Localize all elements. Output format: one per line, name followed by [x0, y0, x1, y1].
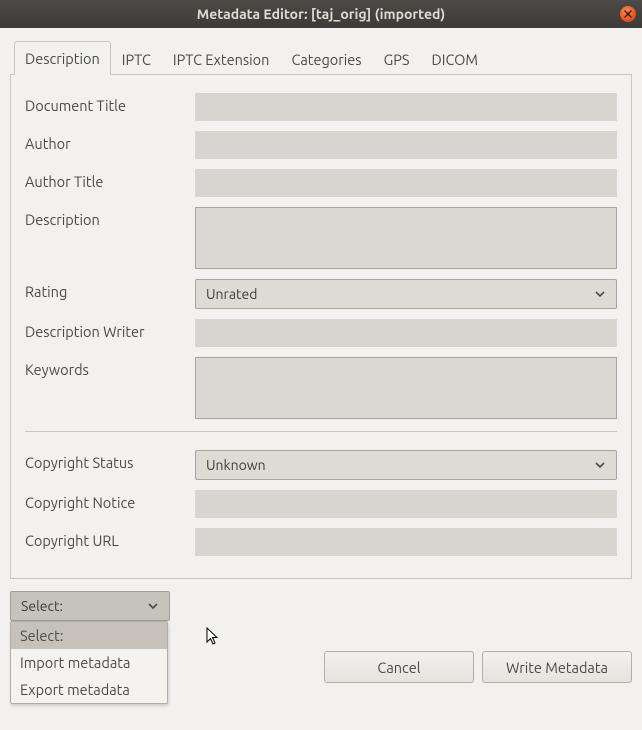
input-description-writer[interactable]	[195, 319, 617, 347]
row-author-title: Author Title	[25, 169, 617, 197]
dropdown-menu: Select: Import metadata Export metadata	[10, 621, 168, 704]
input-copyright-notice[interactable]	[195, 490, 617, 518]
input-copyright-url[interactable]	[195, 528, 617, 556]
label-copyright-url: Copyright URL	[25, 528, 195, 549]
tab-label: Categories	[291, 51, 361, 68]
select-rating-value: Unrated	[206, 286, 257, 302]
tab-label: GPS	[384, 51, 410, 68]
tab-label: DICOM	[432, 51, 479, 68]
tab-iptc-extension[interactable]: IPTC Extension	[162, 42, 281, 75]
button-label: Cancel	[377, 659, 420, 676]
tab-content-description: Document Title Author Author Title Descr…	[10, 75, 632, 579]
tab-bar: Description IPTC IPTC Extension Categori…	[10, 40, 632, 75]
section-divider	[25, 431, 617, 432]
row-author: Author	[25, 131, 617, 159]
input-keywords[interactable]	[195, 357, 617, 419]
tab-categories[interactable]: Categories	[280, 42, 372, 75]
row-copyright-status: Copyright Status Unknown	[25, 450, 617, 480]
label-rating: Rating	[25, 279, 195, 300]
write-metadata-button[interactable]: Write Metadata	[482, 651, 632, 683]
label-document-title: Document Title	[25, 93, 195, 114]
chevron-down-icon	[147, 600, 159, 612]
input-document-title[interactable]	[195, 93, 617, 121]
tab-dicom[interactable]: DICOM	[421, 42, 490, 75]
cursor-icon	[205, 627, 221, 647]
tab-description[interactable]: Description	[14, 41, 111, 75]
row-description-writer: Description Writer	[25, 319, 617, 347]
dropdown-item-export-metadata[interactable]: Export metadata	[11, 676, 167, 703]
select-copyright-status[interactable]: Unknown	[195, 450, 617, 480]
row-keywords: Keywords	[25, 357, 617, 419]
select-copyright-status-value: Unknown	[206, 457, 266, 473]
dropdown-item-import-metadata[interactable]: Import metadata	[11, 649, 167, 676]
label-copyright-status: Copyright Status	[25, 450, 195, 471]
input-author[interactable]	[195, 131, 617, 159]
select-action-dropdown[interactable]: Select:	[10, 591, 170, 621]
tab-label: IPTC	[122, 51, 151, 68]
row-copyright-url: Copyright URL	[25, 528, 617, 556]
titlebar: Metadata Editor: [taj_orig] (imported)	[0, 0, 642, 28]
label-description: Description	[25, 207, 195, 228]
label-description-writer: Description Writer	[25, 319, 195, 340]
select-action-value: Select:	[21, 598, 63, 614]
row-description: Description	[25, 207, 617, 269]
tab-gps[interactable]: GPS	[373, 42, 421, 75]
dropdown-item-select[interactable]: Select:	[11, 622, 167, 649]
button-label: Write Metadata	[506, 659, 608, 676]
input-description[interactable]	[195, 207, 617, 269]
chevron-down-icon	[594, 459, 606, 471]
label-keywords: Keywords	[25, 357, 195, 378]
window-title: Metadata Editor: [taj_orig] (imported)	[197, 6, 446, 22]
tab-label: Description	[25, 50, 100, 67]
close-icon	[624, 10, 632, 18]
label-author-title: Author Title	[25, 169, 195, 190]
window-close-button[interactable]	[620, 6, 636, 22]
label-copyright-notice: Copyright Notice	[25, 490, 195, 511]
bottom-area: Select: Select: Import metadata Export m…	[10, 591, 632, 683]
chevron-down-icon	[594, 288, 606, 300]
label-author: Author	[25, 131, 195, 152]
row-rating: Rating Unrated	[25, 279, 617, 309]
tab-iptc[interactable]: IPTC	[111, 42, 162, 75]
tab-label: IPTC Extension	[173, 51, 270, 68]
cancel-button[interactable]: Cancel	[324, 651, 474, 683]
select-rating[interactable]: Unrated	[195, 279, 617, 309]
row-document-title: Document Title	[25, 93, 617, 121]
window-body: Description IPTC IPTC Extension Categori…	[0, 28, 642, 730]
input-author-title[interactable]	[195, 169, 617, 197]
row-copyright-notice: Copyright Notice	[25, 490, 617, 518]
